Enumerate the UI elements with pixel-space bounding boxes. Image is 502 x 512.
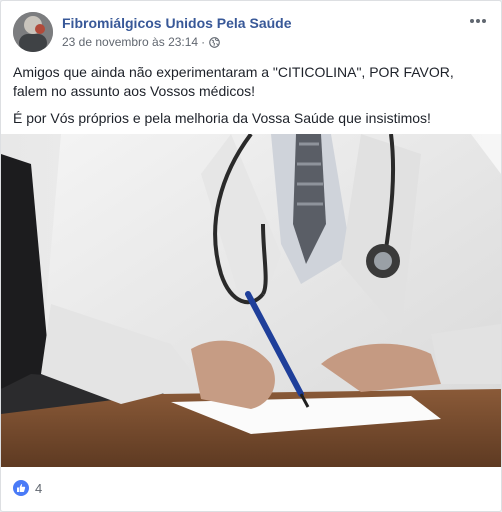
post-paragraph-1: Amigos que ainda não experimentaram a "C… <box>13 64 454 99</box>
like-icon[interactable] <box>13 480 29 496</box>
globe-icon[interactable] <box>209 36 220 48</box>
meta-separator: · <box>201 35 206 49</box>
page-avatar[interactable] <box>13 12 53 52</box>
post-header: Fibromiálgicos Unidos Pela Saúde 23 de n… <box>13 12 489 54</box>
reactions-bar[interactable]: 4 <box>13 478 42 498</box>
doctor-writing-illustration <box>1 134 501 467</box>
post-timestamp[interactable]: 23 de novembro às 23:14 <box>62 35 198 49</box>
post-photo[interactable] <box>1 134 501 467</box>
reaction-count[interactable]: 4 <box>35 481 42 496</box>
more-options-icon[interactable] <box>465 11 491 31</box>
facebook-post: Fibromiálgicos Unidos Pela Saúde 23 de n… <box>0 0 502 512</box>
post-meta: 23 de novembro às 23:14 · <box>62 35 220 49</box>
post-paragraph-2: É por Vós próprios e pela melhoria da Vo… <box>13 110 431 126</box>
post-text: Amigos que ainda não experimentaram a "C… <box>13 63 489 136</box>
page-name-link[interactable]: Fibromiálgicos Unidos Pela Saúde <box>62 15 292 31</box>
